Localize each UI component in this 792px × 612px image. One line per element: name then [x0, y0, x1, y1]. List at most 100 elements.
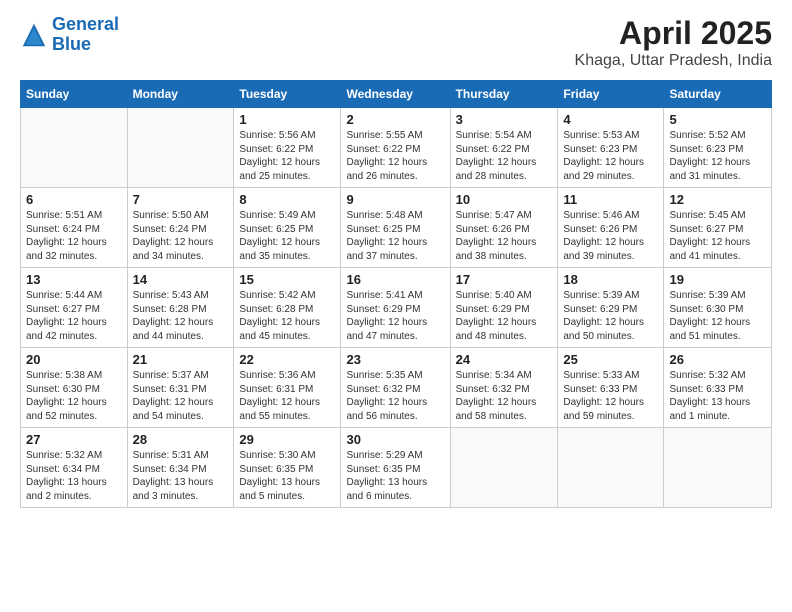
day-number: 3: [456, 112, 553, 127]
day-number: 4: [563, 112, 658, 127]
calendar-week-5: 27 Sunrise: 5:32 AM Sunset: 6:34 PM Dayli…: [21, 428, 772, 508]
day-info: Sunrise: 5:30 AM Sunset: 6:35 PM Dayligh…: [239, 449, 335, 503]
table-row: 5Sunrise: 5:52 AM Sunset: 6:23 PM Daylig…: [664, 108, 772, 188]
table-row: 9 Sunrise: 5:48 AM Sunset: 6:25 PM Daylig…: [341, 188, 450, 268]
day-number: 11: [563, 192, 658, 207]
table-row: 29 Sunrise: 5:30 AM Sunset: 6:35 PM Dayli…: [234, 428, 341, 508]
table-row: 10 Sunrise: 5:47 AM Sunset: 6:26 PM Dayli…: [450, 188, 558, 268]
table-row: 13Sunrise: 5:44 AM Sunset: 6:27 PM Dayli…: [21, 268, 128, 348]
day-number: 6: [26, 192, 122, 207]
logo: General Blue: [20, 15, 119, 55]
calendar-week-2: 6 Sunrise: 5:51 AM Sunset: 6:24 PM Daylig…: [21, 188, 772, 268]
day-info: Sunrise: 5:39 AM Sunset: 6:29 PM Dayligh…: [563, 289, 658, 343]
day-info: Sunrise: 5:45 AM Sunset: 6:27 PM Dayligh…: [669, 209, 766, 263]
logo-line1: General: [52, 14, 119, 34]
calendar-week-4: 20Sunrise: 5:38 AM Sunset: 6:30 PM Dayli…: [21, 348, 772, 428]
day-number: 16: [346, 272, 444, 287]
table-row: 19Sunrise: 5:39 AM Sunset: 6:30 PM Dayli…: [664, 268, 772, 348]
day-number: 18: [563, 272, 658, 287]
table-row: [21, 108, 128, 188]
day-number: 13: [26, 272, 122, 287]
table-row: 28 Sunrise: 5:31 AM Sunset: 6:34 PM Dayli…: [127, 428, 234, 508]
title-block: April 2025 Khaga, Uttar Pradesh, India: [575, 15, 772, 70]
day-number: 29: [239, 432, 335, 447]
day-number: 9: [346, 192, 444, 207]
day-info: Sunrise: 5:32 AM Sunset: 6:34 PM Dayligh…: [26, 449, 122, 503]
day-number: 26: [669, 352, 766, 367]
page: General Blue April 2025 Khaga, Uttar Pra…: [0, 0, 792, 612]
table-row: 26 Sunrise: 5:32 AM Sunset: 6:33 PM Dayli…: [664, 348, 772, 428]
day-number: 30: [346, 432, 444, 447]
day-info: Sunrise: 5:52 AM Sunset: 6:23 PM Dayligh…: [669, 129, 766, 183]
table-row: 23 Sunrise: 5:35 AM Sunset: 6:32 PM Dayli…: [341, 348, 450, 428]
col-sunday: Sunday: [21, 81, 128, 108]
day-number: 23: [346, 352, 444, 367]
table-row: [127, 108, 234, 188]
day-number: 21: [133, 352, 229, 367]
calendar-header-row: Sunday Monday Tuesday Wednesday Thursday…: [21, 81, 772, 108]
day-info: Sunrise: 5:35 AM Sunset: 6:32 PM Dayligh…: [346, 369, 444, 423]
day-info: Sunrise: 5:55 AM Sunset: 6:22 PM Dayligh…: [346, 129, 444, 183]
table-row: 18 Sunrise: 5:39 AM Sunset: 6:29 PM Dayli…: [558, 268, 664, 348]
day-info: Sunrise: 5:36 AM Sunset: 6:31 PM Dayligh…: [239, 369, 335, 423]
day-info: Sunrise: 5:50 AM Sunset: 6:24 PM Dayligh…: [133, 209, 229, 263]
day-number: 28: [133, 432, 229, 447]
table-row: 3 Sunrise: 5:54 AM Sunset: 6:22 PM Daylig…: [450, 108, 558, 188]
col-wednesday: Wednesday: [341, 81, 450, 108]
day-info: Sunrise: 5:54 AM Sunset: 6:22 PM Dayligh…: [456, 129, 553, 183]
day-info: Sunrise: 5:39 AM Sunset: 6:30 PM Dayligh…: [669, 289, 766, 343]
day-info: Sunrise: 5:31 AM Sunset: 6:34 PM Dayligh…: [133, 449, 229, 503]
table-row: 21 Sunrise: 5:37 AM Sunset: 6:31 PM Dayli…: [127, 348, 234, 428]
day-info: Sunrise: 5:56 AM Sunset: 6:22 PM Dayligh…: [239, 129, 335, 183]
day-info: Sunrise: 5:29 AM Sunset: 6:35 PM Dayligh…: [346, 449, 444, 503]
logo-icon: [20, 21, 48, 49]
day-number: 14: [133, 272, 229, 287]
table-row: [450, 428, 558, 508]
location-title: Khaga, Uttar Pradesh, India: [575, 52, 772, 70]
day-info: Sunrise: 5:46 AM Sunset: 6:26 PM Dayligh…: [563, 209, 658, 263]
table-row: 14 Sunrise: 5:43 AM Sunset: 6:28 PM Dayli…: [127, 268, 234, 348]
table-row: 1 Sunrise: 5:56 AM Sunset: 6:22 PM Daylig…: [234, 108, 341, 188]
col-thursday: Thursday: [450, 81, 558, 108]
table-row: 15Sunrise: 5:42 AM Sunset: 6:28 PM Dayli…: [234, 268, 341, 348]
day-info: Sunrise: 5:37 AM Sunset: 6:31 PM Dayligh…: [133, 369, 229, 423]
day-info: Sunrise: 5:49 AM Sunset: 6:25 PM Dayligh…: [239, 209, 335, 263]
day-number: 7: [133, 192, 229, 207]
calendar-table: Sunday Monday Tuesday Wednesday Thursday…: [20, 80, 772, 508]
day-info: Sunrise: 5:34 AM Sunset: 6:32 PM Dayligh…: [456, 369, 553, 423]
day-number: 1: [239, 112, 335, 127]
day-number: 10: [456, 192, 553, 207]
logo-line2: Blue: [52, 34, 91, 54]
day-info: Sunrise: 5:51 AM Sunset: 6:24 PM Dayligh…: [26, 209, 122, 263]
day-info: Sunrise: 5:48 AM Sunset: 6:25 PM Dayligh…: [346, 209, 444, 263]
day-info: Sunrise: 5:38 AM Sunset: 6:30 PM Dayligh…: [26, 369, 122, 423]
day-number: 17: [456, 272, 553, 287]
day-number: 24: [456, 352, 553, 367]
table-row: 4 Sunrise: 5:53 AM Sunset: 6:23 PM Daylig…: [558, 108, 664, 188]
day-info: Sunrise: 5:53 AM Sunset: 6:23 PM Dayligh…: [563, 129, 658, 183]
table-row: 27 Sunrise: 5:32 AM Sunset: 6:34 PM Dayli…: [21, 428, 128, 508]
day-info: Sunrise: 5:43 AM Sunset: 6:28 PM Dayligh…: [133, 289, 229, 343]
table-row: 24 Sunrise: 5:34 AM Sunset: 6:32 PM Dayli…: [450, 348, 558, 428]
table-row: 22Sunrise: 5:36 AM Sunset: 6:31 PM Dayli…: [234, 348, 341, 428]
table-row: 6 Sunrise: 5:51 AM Sunset: 6:24 PM Daylig…: [21, 188, 128, 268]
table-row: 2 Sunrise: 5:55 AM Sunset: 6:22 PM Daylig…: [341, 108, 450, 188]
table-row: 16 Sunrise: 5:41 AM Sunset: 6:29 PM Dayli…: [341, 268, 450, 348]
table-row: [558, 428, 664, 508]
day-info: Sunrise: 5:47 AM Sunset: 6:26 PM Dayligh…: [456, 209, 553, 263]
month-title: April 2025: [575, 15, 772, 52]
day-info: Sunrise: 5:41 AM Sunset: 6:29 PM Dayligh…: [346, 289, 444, 343]
day-number: 25: [563, 352, 658, 367]
table-row: 17 Sunrise: 5:40 AM Sunset: 6:29 PM Dayli…: [450, 268, 558, 348]
day-number: 27: [26, 432, 122, 447]
calendar-week-3: 13Sunrise: 5:44 AM Sunset: 6:27 PM Dayli…: [21, 268, 772, 348]
col-saturday: Saturday: [664, 81, 772, 108]
day-number: 2: [346, 112, 444, 127]
day-number: 8: [239, 192, 335, 207]
table-row: 7 Sunrise: 5:50 AM Sunset: 6:24 PM Daylig…: [127, 188, 234, 268]
table-row: 11 Sunrise: 5:46 AM Sunset: 6:26 PM Dayli…: [558, 188, 664, 268]
calendar-week-1: 1 Sunrise: 5:56 AM Sunset: 6:22 PM Daylig…: [21, 108, 772, 188]
day-info: Sunrise: 5:32 AM Sunset: 6:33 PM Dayligh…: [669, 369, 766, 423]
day-info: Sunrise: 5:40 AM Sunset: 6:29 PM Dayligh…: [456, 289, 553, 343]
col-monday: Monday: [127, 81, 234, 108]
